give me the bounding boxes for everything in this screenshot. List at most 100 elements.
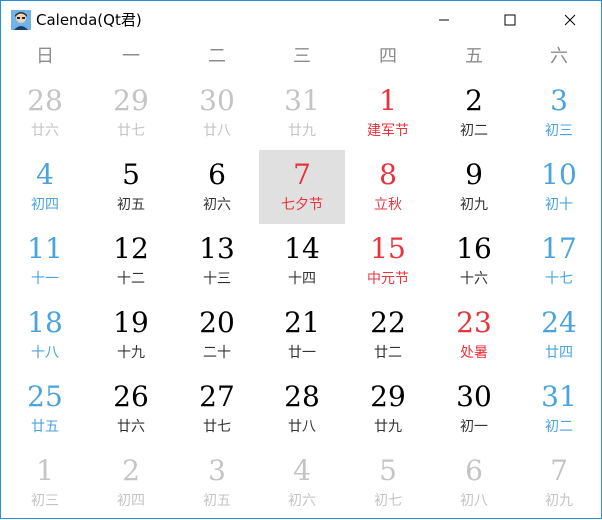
- day-number: 18: [27, 306, 63, 339]
- day-number: 13: [199, 232, 235, 265]
- lunar-date: 十一: [31, 271, 59, 287]
- day-number: 7: [293, 158, 311, 191]
- day-number: 20: [199, 306, 235, 339]
- day-cell[interactable]: 4 初四: [2, 150, 88, 224]
- day-cell[interactable]: 2 初四: [88, 446, 174, 520]
- day-cell[interactable]: 10 初十: [516, 150, 602, 224]
- lunar-date: 十六: [460, 271, 488, 287]
- lunar-date: 初二: [460, 123, 488, 139]
- weekday-label: 五: [465, 46, 483, 67]
- day-cell[interactable]: 17 十七: [516, 224, 602, 298]
- day-cell[interactable]: 26 廿六: [88, 372, 174, 446]
- day-cell[interactable]: 20 二十: [174, 298, 260, 372]
- day-cell[interactable]: 4 初六: [259, 446, 345, 520]
- lunar-date: 初二: [545, 419, 573, 435]
- lunar-date: 廿六: [31, 123, 59, 139]
- day-cell[interactable]: 28 廿六: [2, 76, 88, 150]
- lunar-date: 初三: [545, 123, 573, 139]
- day-number: 28: [27, 84, 63, 117]
- day-cell[interactable]: 21 廿一: [259, 298, 345, 372]
- day-number: 24: [541, 306, 577, 339]
- lunar-date: 十二: [117, 271, 145, 287]
- day-cell[interactable]: 14 十四: [259, 224, 345, 298]
- day-cell[interactable]: 24 廿四: [516, 298, 602, 372]
- day-cell[interactable]: 6 初八: [431, 446, 517, 520]
- day-cell[interactable]: 23 处暑: [431, 298, 517, 372]
- day-number: 1: [36, 454, 54, 487]
- day-cell[interactable]: 28 廿八: [259, 372, 345, 446]
- day-number: 26: [113, 380, 149, 413]
- day-cell[interactable]: 9 初九: [431, 150, 517, 224]
- weekday-label: 日: [36, 46, 54, 67]
- day-cell[interactable]: 12 十二: [88, 224, 174, 298]
- lunar-date: 廿八: [203, 123, 231, 139]
- day-cell[interactable]: 29 廿七: [88, 76, 174, 150]
- day-number: 14: [284, 232, 320, 265]
- minimize-button[interactable]: [421, 1, 467, 38]
- day-number: 6: [465, 454, 483, 487]
- day-cell[interactable]: 18 十八: [2, 298, 88, 372]
- lunar-date: 十九: [117, 345, 145, 361]
- day-cell[interactable]: 31 廿九: [259, 76, 345, 150]
- day-cell[interactable]: 31 初二: [516, 372, 602, 446]
- lunar-date: 初九: [545, 493, 573, 509]
- day-number: 4: [293, 454, 311, 487]
- day-cell[interactable]: 5 初五: [88, 150, 174, 224]
- lunar-date: 处暑: [460, 345, 488, 361]
- lunar-date: 初六: [203, 197, 231, 213]
- lunar-date: 廿一: [288, 345, 316, 361]
- day-cell[interactable]: 30 初一: [431, 372, 517, 446]
- day-cell[interactable]: 3 初五: [174, 446, 260, 520]
- title-bar[interactable]: Calenda(Qt君): [1, 1, 601, 38]
- lunar-date: 中元节: [367, 271, 409, 287]
- window-title: Calenda(Qt君): [36, 11, 142, 29]
- day-cell[interactable]: 22 廿二: [345, 298, 431, 372]
- day-number: 11: [27, 232, 63, 265]
- day-cell[interactable]: 27 廿七: [174, 372, 260, 446]
- day-cell[interactable]: 29 廿九: [345, 372, 431, 446]
- day-number: 3: [550, 84, 568, 117]
- weekday-label: 三: [293, 46, 311, 67]
- day-number: 29: [113, 84, 149, 117]
- day-cell[interactable]: 5 初七: [345, 446, 431, 520]
- day-cell[interactable]: 16 十六: [431, 224, 517, 298]
- day-cell[interactable]: 1 初三: [2, 446, 88, 520]
- lunar-date: 廿四: [545, 345, 573, 361]
- day-cell[interactable]: 6 初六: [174, 150, 260, 224]
- weekday-label: 一: [122, 46, 140, 67]
- day-number: 29: [370, 380, 406, 413]
- day-number: 2: [465, 84, 483, 117]
- lunar-date: 初四: [117, 493, 145, 509]
- day-number: 28: [284, 380, 320, 413]
- day-cell-selected[interactable]: 7 七夕节: [259, 150, 345, 224]
- day-cell[interactable]: 3 初三: [516, 76, 602, 150]
- lunar-date: 十八: [31, 345, 59, 361]
- lunar-date: 建军节: [367, 123, 409, 139]
- day-cell[interactable]: 13 十三: [174, 224, 260, 298]
- day-cell[interactable]: 30 廿八: [174, 76, 260, 150]
- day-cell[interactable]: 7 初九: [516, 446, 602, 520]
- day-cell[interactable]: 11 十一: [2, 224, 88, 298]
- day-cell[interactable]: 2 初二: [431, 76, 517, 150]
- maximize-button[interactable]: [487, 1, 533, 38]
- day-number: 25: [27, 380, 63, 413]
- day-number: 7: [550, 454, 568, 487]
- close-icon: [564, 14, 576, 25]
- day-number: 3: [208, 454, 226, 487]
- lunar-date: 廿七: [203, 419, 231, 435]
- lunar-date: 廿九: [374, 419, 402, 435]
- day-cell[interactable]: 15 中元节: [345, 224, 431, 298]
- day-number: 23: [456, 306, 492, 339]
- day-cell[interactable]: 8 立秋: [345, 150, 431, 224]
- lunar-date: 初五: [203, 493, 231, 509]
- day-number: 16: [456, 232, 492, 265]
- day-number: 30: [199, 84, 235, 117]
- day-number: 30: [456, 380, 492, 413]
- day-number: 8: [379, 158, 397, 191]
- day-number: 21: [284, 306, 320, 339]
- day-cell[interactable]: 1 建军节: [345, 76, 431, 150]
- day-number: 5: [122, 158, 140, 191]
- day-cell[interactable]: 19 十九: [88, 298, 174, 372]
- day-cell[interactable]: 25 廿五: [2, 372, 88, 446]
- close-button[interactable]: [547, 1, 593, 38]
